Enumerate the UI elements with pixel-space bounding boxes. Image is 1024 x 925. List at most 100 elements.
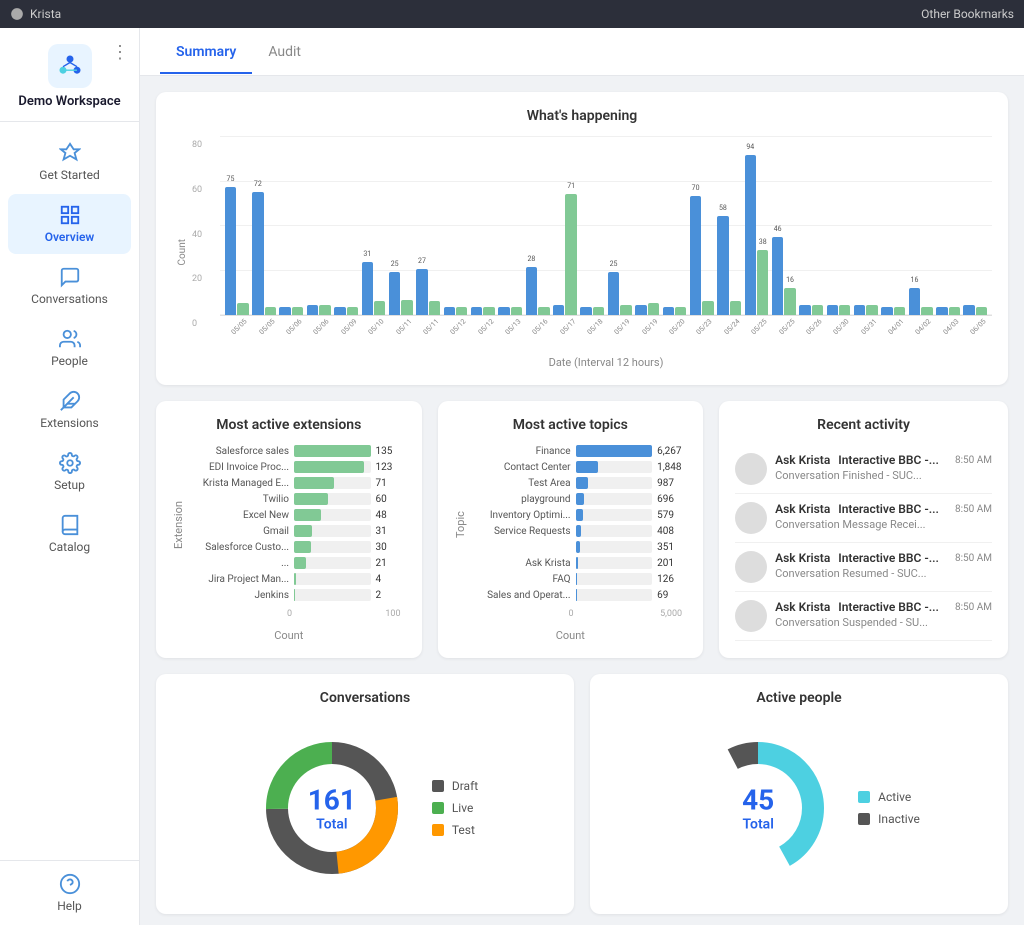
bar-blue-9 [471,307,482,316]
h-bar-track-3 [576,493,653,505]
x-label-8: 05/12 [443,320,468,354]
h-bar-row-0: Finance 6,267 [471,445,688,457]
h-bar-row-6: 351 [471,541,688,553]
h-bar-track-0 [576,445,653,457]
active-people-donut-card: Active people 45 Total [590,674,1008,914]
activity-desc-3: Conversation Suspended - SU... [775,616,992,629]
h-bar-label-0: Finance [471,446,571,457]
h-bar-fill-8 [294,573,296,585]
x-label-4: 05/09 [333,320,358,354]
bar-blue-21 [799,305,810,315]
h-bar-value-0: 6,267 [657,446,687,457]
legend-item-active: Active [858,790,920,804]
sidebar-item-conversations[interactable]: Conversations [8,256,131,316]
conversations-donut-container: 161 Total Draft Live [172,718,558,898]
browser-tab-label: Krista [30,7,61,21]
browser-bar: Krista Other Bookmarks [0,0,1024,28]
activity-desc-0: Conversation Finished - SUC... [775,469,992,482]
activity-name-2: Ask Krista [775,551,830,565]
bar-green-5 [374,301,385,315]
help-label: Help [57,899,82,913]
bar-group-3 [306,136,331,315]
extensions-chart-inner: Extension Salesforce sales135EDI Invoice… [172,445,406,605]
h-bar-value-9: 69 [657,590,687,601]
activity-channel-0: Interactive BBC -... [838,453,939,467]
bar-blue-23 [854,305,865,315]
h-bar-row-3: playground696 [471,493,688,505]
extensions-chart-title: Most active extensions [172,417,406,433]
bar-green-27 [976,307,987,316]
h-bar-value-8: 4 [376,574,406,585]
h-bar-track-7 [576,557,653,569]
h-bar-label-6: Salesforce Custo... [189,542,289,553]
sidebar-item-setup[interactable]: Setup [8,442,131,502]
bar-green-21 [812,305,823,315]
activity-content-0: Ask KristaInteractive BBC -...8:50 AMCon… [775,453,992,482]
bar-group-26 [935,136,960,315]
sidebar-item-overview[interactable]: Overview [8,194,131,254]
tab-summary[interactable]: Summary [160,30,252,74]
tab-audit[interactable]: Audit [252,30,317,74]
whats-happening-y-label: Count [177,239,188,266]
h-bar-label-4: Excel New [189,510,289,521]
sidebar-item-get-started[interactable]: Get Started [8,132,131,192]
bar-group-12: 71 [552,136,577,315]
extensions-bars: Salesforce sales135EDI Invoice Proc...12… [189,445,406,605]
h-bar-fill-6 [576,541,580,553]
bar-blue-18: 58 [717,216,728,315]
bar-group-25: 16 [908,136,933,315]
h-bar-label-4: Inventory Optimi... [471,510,571,521]
h-bar-track-2 [294,477,371,489]
legend-item-live: Live [432,801,478,815]
h-bar-label-3: Twilio [189,494,289,505]
sidebar-item-people[interactable]: People [8,318,131,378]
bar-blue-5: 31 [362,262,373,315]
bar-blue-12 [553,305,564,315]
h-bar-track-8 [294,573,371,585]
sidebar-item-catalog[interactable]: Catalog [8,504,131,564]
h-bar-label-8: Jira Project Man... [189,574,289,585]
activity-desc-2: Conversation Resumed - SUC... [775,567,992,580]
bar-group-13 [580,136,605,315]
topics-bars: Finance6,267Contact Center1,848Test Area… [471,445,688,605]
activity-list: Ask KristaInteractive BBC -...8:50 AMCon… [735,445,992,641]
h-bar-track-6 [294,541,371,553]
x-label-18: 05/24 [716,320,741,354]
h-bar-value-7: 201 [657,558,687,569]
x-label-10: 05/13 [498,320,523,354]
h-bar-fill-8 [576,573,578,585]
bar-blue-25: 16 [909,288,920,315]
workspace-more-button[interactable]: ⋮ [111,42,129,63]
sidebar: Demo Workspace ⋮ Get Started Overview Co… [0,28,140,925]
activity-item-0: Ask KristaInteractive BBC -...8:50 AMCon… [735,445,992,494]
activity-channel-3: Interactive BBC -... [838,600,939,614]
active-people-donut-center: 45 Total [742,784,774,833]
h-bar-row-7: Ask Krista 201 [471,557,688,569]
h-bar-row-5: Gmail31 [189,525,406,537]
h-bar-fill-1 [576,461,599,473]
activity-item-3: Ask KristaInteractive BBC -...8:50 AMCon… [735,592,992,641]
browser-tab: Krista [10,7,61,21]
h-bar-row-3: Twilio 60 [189,493,406,505]
bar-group-0: 75 [224,136,249,315]
h-bar-value-1: 1,848 [657,462,687,473]
h-bar-fill-9 [576,589,577,601]
conversations-donut-center: 161 Total [308,784,356,833]
h-bar-row-1: EDI Invoice Proc...123 [189,461,406,473]
h-bar-row-7: ...21 [189,557,406,569]
bar-group-1: 72 [251,136,276,315]
h-bar-fill-0 [576,445,653,457]
recent-activity-card: Recent activity Ask KristaInteractive BB… [719,401,1008,658]
h-bar-value-6: 30 [376,542,406,553]
sidebar-item-extensions[interactable]: Extensions [8,380,131,440]
bar-blue-8 [444,307,455,316]
bar-group-22 [826,136,851,315]
bar-blue-7: 27 [416,269,427,315]
h-bar-fill-6 [294,541,311,553]
legend-dot-active [858,791,870,803]
help-button[interactable]: Help [57,873,82,913]
h-bar-label-7: Ask Krista [471,558,571,569]
bar-green-24 [894,307,905,316]
h-bar-value-3: 60 [376,494,406,505]
y-tick-40: 40 [192,230,220,240]
